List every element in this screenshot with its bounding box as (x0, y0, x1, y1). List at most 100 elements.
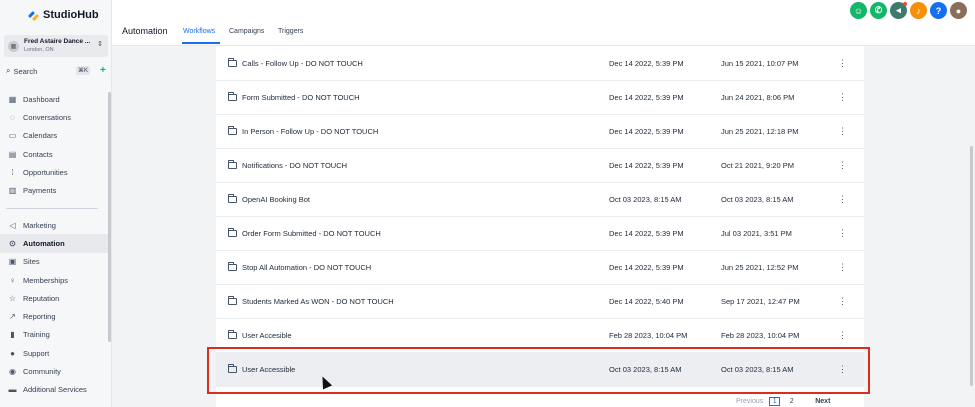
sidebar-item-sites[interactable]: ▣ Sites (0, 253, 112, 271)
account-location: London, ON (24, 47, 54, 53)
updated-date: Dec 14 2022, 5:39 PM (609, 59, 684, 68)
table-row[interactable]: OpenAI Booking Bot Oct 03 2023, 8:15 AM Oc… (216, 183, 864, 217)
sidebar-scrollbar[interactable] (108, 92, 111, 342)
workflow-name[interactable]: User Accesible (242, 331, 292, 340)
megaphone-icon[interactable]: ◂ (890, 2, 907, 19)
updated-date: Feb 28 2023, 10:04 PM (609, 331, 688, 340)
page-1[interactable]: 1 (769, 397, 781, 406)
sidebar: StudioHub ▦ Fred Astaire Dance ... Londo… (0, 0, 112, 407)
notification-dot (903, 2, 907, 6)
sidebar-item-label: Dashboard (23, 94, 60, 104)
send-icon: ◁ (9, 220, 16, 230)
cart-icon: ▬ (8, 385, 17, 395)
sidebar-item-memberships[interactable]: ♀ Memberships (0, 271, 112, 289)
more-options-icon[interactable]: ⋮ (838, 330, 847, 341)
sidebar-item-marketing[interactable]: ◁ Marketing (0, 216, 112, 234)
folder-icon (228, 194, 237, 203)
search-label: Search (13, 66, 38, 76)
logo-icon (27, 10, 40, 21)
payments-icon: ▥ (8, 186, 17, 196)
contact-icon[interactable]: ☺ (850, 2, 867, 19)
workflow-name[interactable]: Notifications - DO NOT TOUCH (242, 161, 347, 170)
tab-triggers[interactable]: Triggers (278, 28, 303, 35)
more-options-icon[interactable]: ⋮ (838, 126, 847, 137)
sidebar-item-support[interactable]: ● Support (0, 344, 112, 362)
table-row[interactable]: Students Marked As WON - DO NOT TOUCH Dec… (216, 285, 864, 319)
tab-workflows[interactable]: Workflows (183, 28, 215, 35)
sidebar-item-automation[interactable]: ⊙ Automation (0, 234, 112, 253)
brand-logo[interactable]: StudioHub (27, 9, 99, 21)
highlight-box (207, 347, 870, 394)
bell-icon[interactable]: ♪ (910, 2, 927, 19)
sidebar-item-label: Training (23, 330, 50, 340)
workflow-name[interactable]: Calls - Follow Up - DO NOT TOUCH (242, 59, 363, 68)
main-scrollbar[interactable] (970, 146, 973, 386)
account-switcher[interactable]: ▦ Fred Astaire Dance ... London, ON ⇕ (4, 35, 108, 57)
more-options-icon[interactable]: ⋮ (838, 228, 847, 239)
opportunities-icon: ⁞ (11, 167, 14, 177)
search-bar[interactable]: ⌕ Search ⌘K + (6, 65, 106, 76)
automation-icon: ⊙ (9, 238, 16, 248)
quick-add-icon[interactable]: + (100, 65, 106, 76)
folder-icon (228, 228, 237, 237)
pagination-previous[interactable]: Previous (736, 398, 763, 405)
more-options-icon[interactable]: ⋮ (838, 194, 847, 205)
table-row[interactable]: Form Submitted - DO NOT TOUCH Dec 14 2022… (216, 81, 864, 115)
updated-date: Oct 03 2023, 8:15 AM (609, 195, 682, 204)
sidebar-item-opportunities[interactable]: ⁞ Opportunities (0, 163, 112, 181)
updated-date: Dec 14 2022, 5:39 PM (609, 93, 684, 102)
sidebar-item-conversations[interactable]: ◌ Conversations (0, 108, 112, 126)
sidebar-item-additional-services[interactable]: ▬ Additional Services (0, 381, 112, 399)
help-icon[interactable]: ? (930, 2, 947, 19)
more-options-icon[interactable]: ⋮ (838, 160, 847, 171)
table-row[interactable]: Notifications - DO NOT TOUCH Dec 14 2022,… (216, 149, 864, 183)
sidebar-item-label: Sites (23, 257, 40, 267)
more-options-icon[interactable]: ⋮ (838, 92, 847, 103)
sidebar-item-label: Memberships (23, 275, 69, 285)
sidebar-nav-secondary: ◁ Marketing ⊙ Automation ▣ Sites ♀ Memberships ☆… (0, 216, 112, 399)
table-row[interactable]: Stop All Automation - DO NOT TOUCH Dec 14… (216, 251, 864, 285)
workflow-name[interactable]: Stop All Automation - DO NOT TOUCH (242, 263, 371, 272)
phone-icon[interactable]: ✆ (870, 2, 887, 19)
brand-name: StudioHub (43, 9, 99, 21)
folder-icon (228, 296, 237, 305)
tab-campaigns[interactable]: Campaigns (229, 28, 264, 35)
sidebar-item-label: Reporting (23, 312, 56, 322)
sidebar-item-community[interactable]: ◉ Community (0, 362, 112, 380)
support-icon: ● (10, 348, 15, 358)
pagination-next[interactable]: Next (815, 398, 830, 405)
more-options-icon[interactable]: ⋮ (838, 262, 847, 273)
sidebar-item-training[interactable]: ▮ Training (0, 326, 112, 344)
workflow-name[interactable]: Form Submitted - DO NOT TOUCH (242, 93, 360, 102)
created-date: Feb 28 2023, 10:04 PM (721, 331, 800, 340)
table-row[interactable]: Calls - Follow Up - DO NOT TOUCH Dec 14 2… (216, 47, 864, 81)
calendar-icon: ▭ (8, 131, 17, 141)
table-row[interactable]: In Person - Follow Up - DO NOT TOUCH Dec … (216, 115, 864, 149)
workflow-name[interactable]: Order Form Submitted - DO NOT TOUCH (242, 229, 381, 238)
sidebar-item-label: Payments (23, 186, 57, 196)
updated-date: Dec 14 2022, 5:40 PM (609, 297, 684, 306)
more-options-icon[interactable]: ⋮ (838, 296, 847, 307)
workflow-name[interactable]: In Person - Follow Up - DO NOT TOUCH (242, 127, 378, 136)
more-options-icon[interactable]: ⋮ (838, 58, 847, 69)
sidebar-item-dashboard[interactable]: ▦ Dashboard (0, 90, 112, 108)
folder-icon (228, 330, 237, 339)
sidebar-item-payments[interactable]: ▥ Payments (0, 181, 112, 199)
avatar[interactable]: ● (950, 2, 967, 19)
workflow-name[interactable]: OpenAI Booking Bot (242, 195, 310, 204)
page-2[interactable]: 2 (786, 397, 797, 406)
sidebar-item-reporting[interactable]: ↗ Reporting (0, 307, 112, 325)
pagination: Previous 1 2 Next (736, 397, 830, 406)
workflow-name[interactable]: Students Marked As WON - DO NOT TOUCH (242, 297, 394, 306)
sidebar-item-label: Reputation (23, 293, 60, 303)
created-date: Sep 17 2021, 12:47 PM (721, 297, 800, 306)
sidebar-item-contacts[interactable]: ▤ Contacts (0, 145, 112, 163)
membership-icon: ♀ (9, 275, 16, 285)
sidebar-item-calendars[interactable]: ▭ Calendars (0, 127, 112, 145)
sidebar-item-reputation[interactable]: ☆ Reputation (0, 289, 112, 307)
table-row[interactable]: Order Form Submitted - DO NOT TOUCH Dec 1… (216, 217, 864, 251)
dashboard-icon: ▦ (8, 94, 17, 104)
sidebar-item-label: Conversations (23, 112, 71, 122)
top-header: Automation Workflows Campaigns Triggers … (112, 0, 975, 46)
updated-date: Dec 14 2022, 5:39 PM (609, 127, 684, 136)
